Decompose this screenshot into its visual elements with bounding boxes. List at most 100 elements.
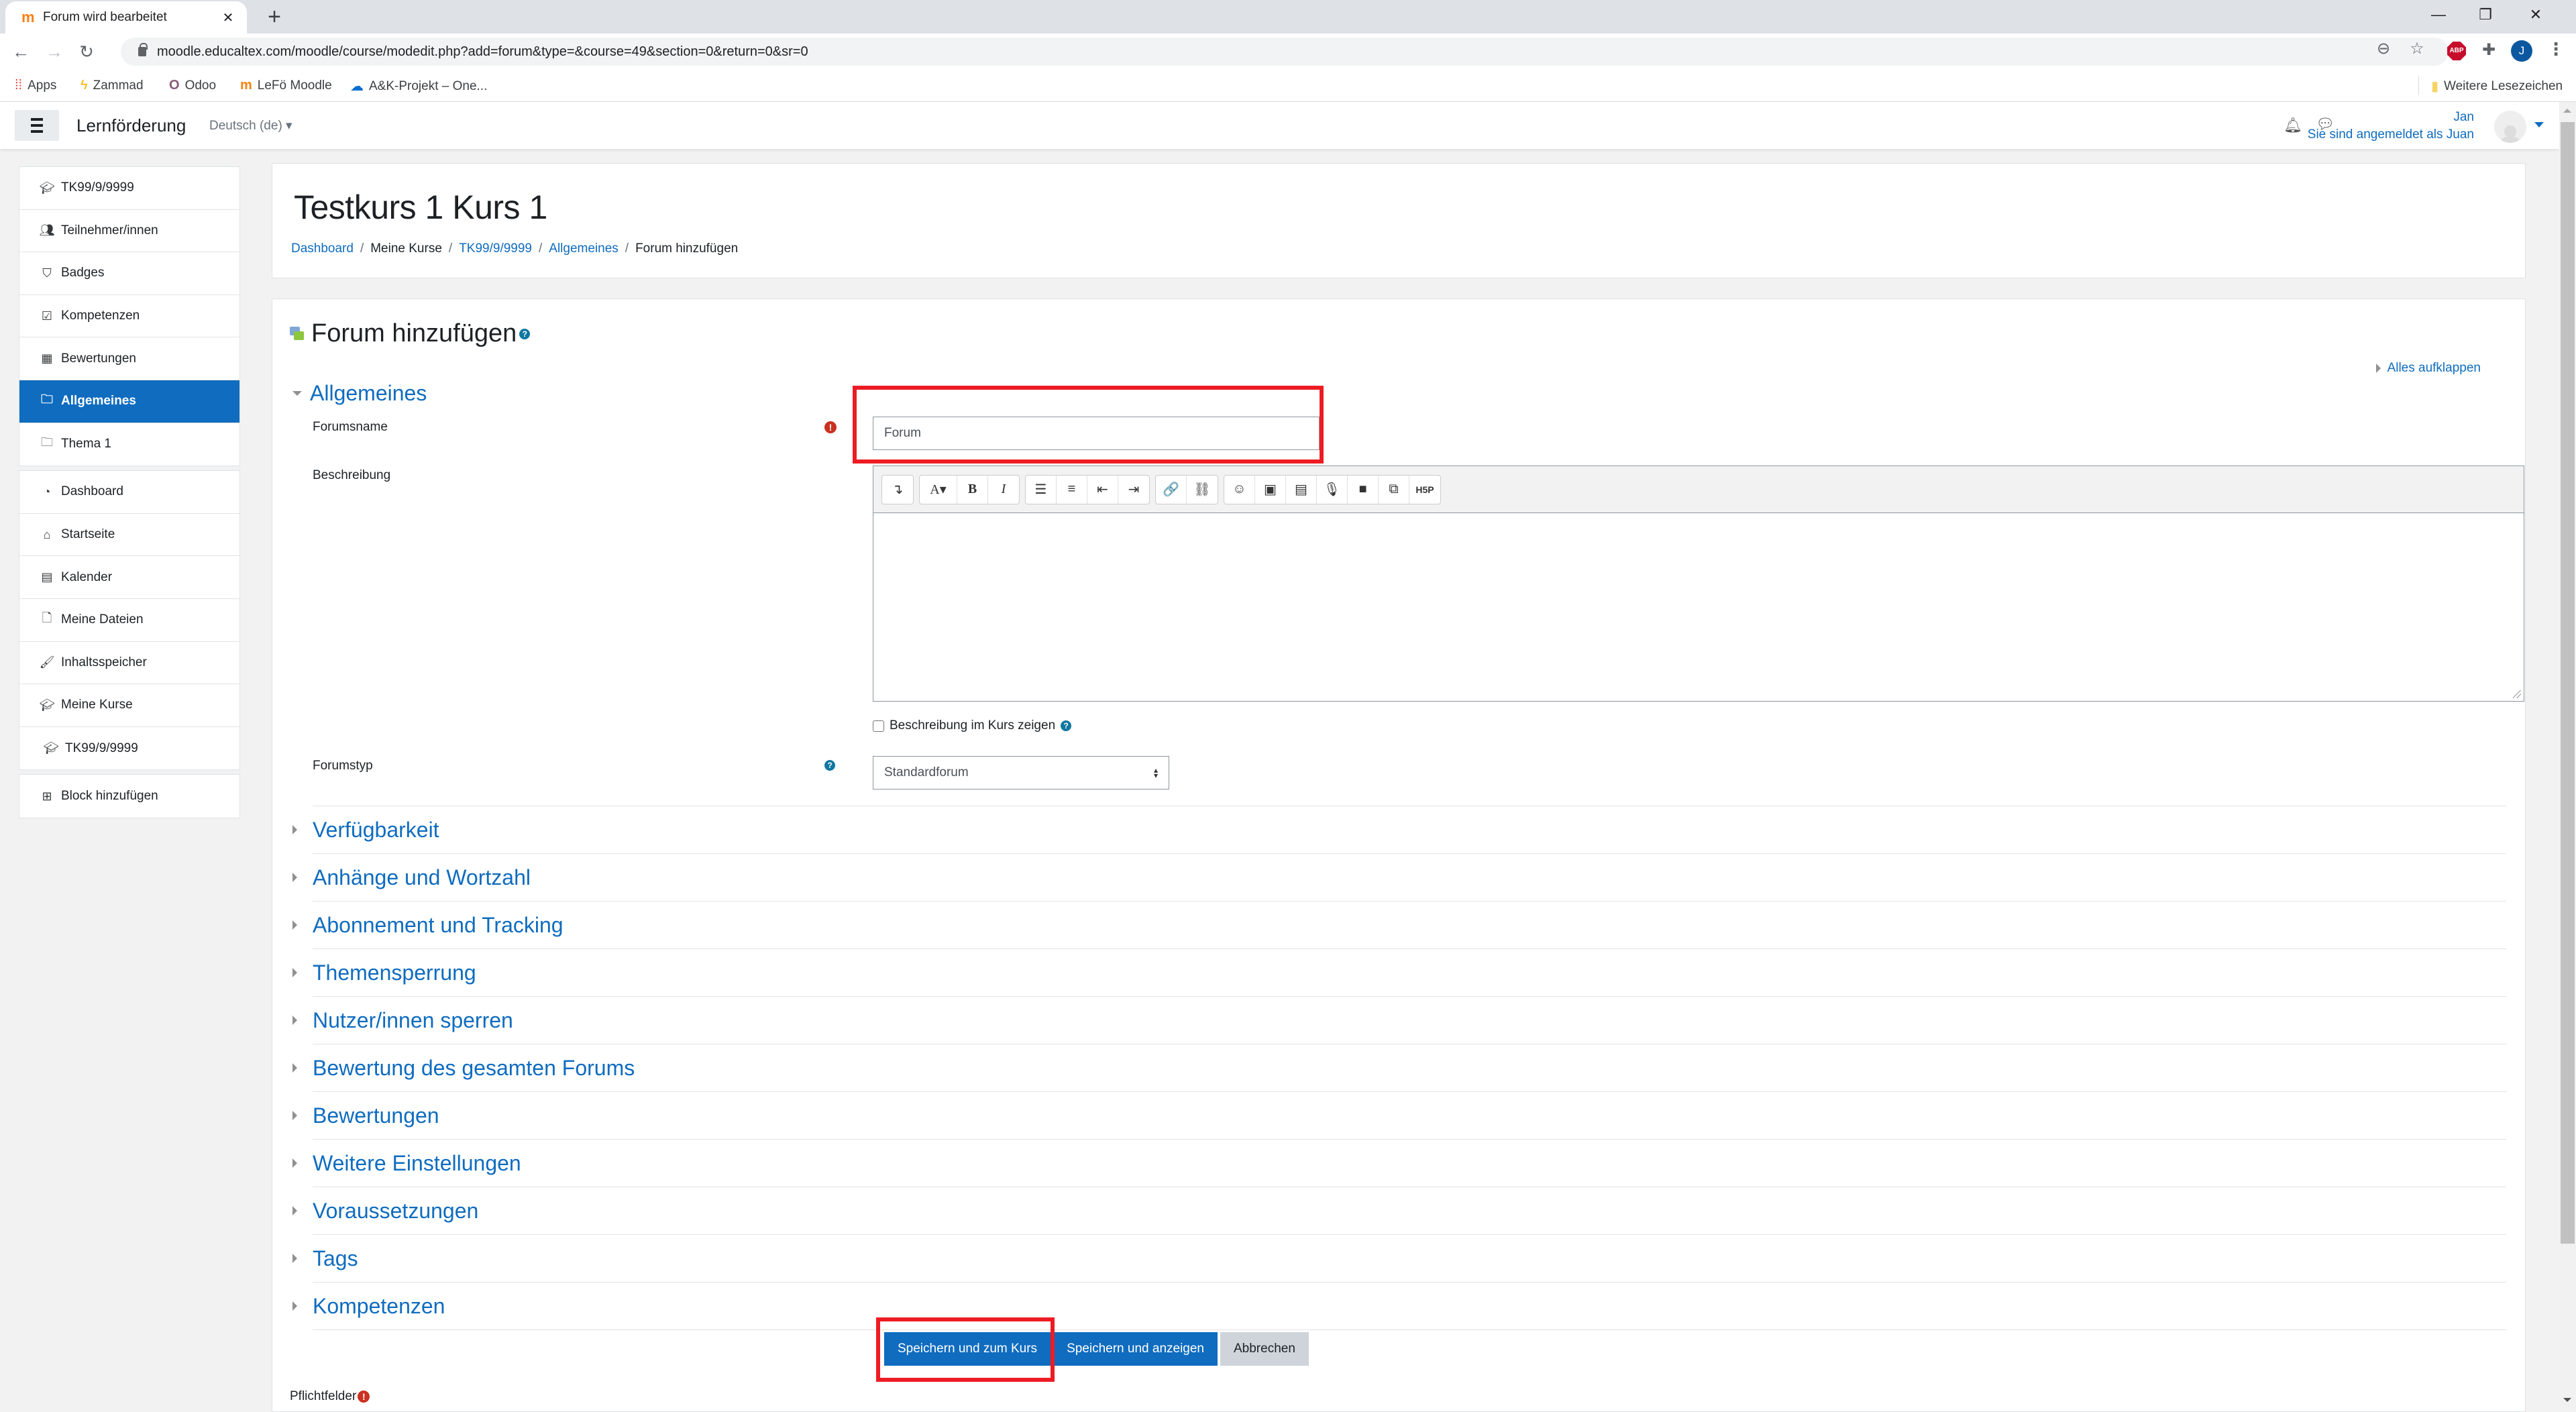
extensions-puzzle-icon[interactable]: ✚ (2482, 40, 2496, 60)
h5p-icon[interactable]: H5P (1409, 476, 1440, 504)
sidebar-item-competencies[interactable]: ☑ Kompetenzen (19, 295, 239, 338)
unlink-icon[interactable]: ⛓ (1187, 476, 1218, 504)
tab-close-icon[interactable]: ✕ (220, 9, 236, 26)
scroll-down-arrow-icon[interactable] (2563, 1398, 2571, 1402)
section-toggle[interactable]: Abonnement und Tracking (292, 901, 2506, 948)
forum-type-select[interactable]: Standardforum ▴ ▾ (873, 756, 1169, 790)
emoji-icon[interactable]: ☺ (1224, 475, 1255, 504)
help-icon[interactable]: ? (824, 760, 835, 771)
window-close-button[interactable]: ✕ (2512, 0, 2559, 30)
sidebar-item-topic-1[interactable]: 🗀 Thema 1 (19, 423, 239, 466)
notifications-bell-icon[interactable]: 🔔︎ (2284, 117, 2302, 134)
bookmark-odoo[interactable]: O Odoo (169, 78, 216, 93)
description-textarea[interactable] (873, 513, 2524, 701)
browser-tab[interactable]: m Forum wird bearbeitet ✕ (5, 1, 247, 34)
section-toggle[interactable]: Anhänge und Wortzahl (292, 853, 2506, 901)
user-name[interactable]: Jan (2453, 110, 2474, 125)
section-toggle[interactable]: Nutzer/innen sperren (292, 996, 2506, 1044)
link-icon[interactable]: 🔗 (1156, 475, 1187, 504)
help-icon[interactable]: ? (519, 328, 531, 339)
site-name[interactable]: Lernförderung (76, 115, 186, 136)
expand-all-link[interactable]: Alles aufklappen (2375, 361, 2481, 376)
scroll-up-arrow-icon[interactable] (2563, 109, 2571, 113)
language-menu[interactable]: Deutsch (de) ▾ (209, 118, 292, 133)
adblock-extension-icon[interactable]: ABP (2447, 42, 2466, 60)
resize-handle[interactable] (2513, 690, 2521, 698)
unordered-list-icon[interactable]: ☰ (1026, 475, 1057, 504)
bookmark-star-icon[interactable]: ☆ (2407, 39, 2427, 58)
add-block-button[interactable]: ⊞ Block hinzufügen (19, 775, 239, 818)
logged-in-as-link[interactable]: Sie sind angemeldet als Juan (2308, 127, 2474, 142)
zoom-out-icon[interactable]: ⊖ (2373, 39, 2394, 58)
breadcrumb-separator: / (448, 241, 453, 256)
manage-files-icon[interactable]: ⧉ (1379, 475, 1409, 504)
section-toggle[interactable]: Themensperrung (292, 948, 2506, 996)
section-toggle[interactable]: Weitere Einstellungen (292, 1139, 2506, 1187)
bookmark-label: LeFö Moodle (257, 78, 332, 93)
section-toggle[interactable]: Verfügbarkeit (292, 806, 2506, 853)
ordered-list-icon[interactable]: ≡ (1057, 475, 1087, 504)
breadcrumb-dashboard[interactable]: Dashboard (291, 241, 354, 256)
graduation-cap-icon: 🎓︎ (39, 698, 55, 712)
section-toggle[interactable]: Bewertung des gesamten Forums (292, 1044, 2506, 1091)
scrollbar-thumb[interactable] (2561, 122, 2575, 1244)
reload-button[interactable]: ↻ (75, 40, 98, 63)
breadcrumb-my-courses: Meine Kurse (370, 241, 442, 256)
sidebar-item-badges[interactable]: ⛉ Badges (19, 252, 239, 295)
restore-button[interactable]: ❐ (2462, 0, 2509, 30)
bold-icon[interactable]: B (957, 475, 988, 504)
section-title: Themensperrung (313, 960, 476, 985)
outdent-icon[interactable]: ⇤ (1087, 475, 1118, 504)
sidebar-item-calendar[interactable]: ▤ Kalender (19, 556, 239, 599)
sidebar-item-grades[interactable]: ▦ Bewertungen (19, 337, 239, 380)
sidebar-item-general[interactable]: 🗀 Allgemeines (19, 380, 239, 423)
toolbar-group: ☰ ≡ ⇤ ⇥ (1025, 474, 1150, 504)
show-description-checkbox[interactable] (873, 720, 884, 732)
minimize-button[interactable]: — (2415, 0, 2462, 30)
section-general-toggle[interactable]: Allgemeines (292, 381, 427, 406)
sidebar-item-course[interactable]: 🎓︎ TK99/9/9999 (19, 167, 239, 210)
browser-menu-icon[interactable]: ⋮ (2547, 39, 2565, 60)
new-tab-button[interactable]: + (263, 4, 286, 30)
breadcrumb-course[interactable]: TK99/9/9999 (459, 241, 532, 256)
italic-icon[interactable]: I (988, 476, 1019, 504)
sidebar-item-home[interactable]: ⌂ Startseite (19, 514, 239, 557)
forward-button[interactable]: → (43, 40, 66, 63)
user-avatar[interactable] (2494, 111, 2526, 143)
font-style-icon[interactable]: A▾ (920, 475, 957, 504)
sidebar-item-my-courses[interactable]: 🎓︎ Meine Kurse (19, 684, 239, 727)
indent-icon[interactable]: ⇥ (1118, 476, 1149, 504)
bookmark-zammad[interactable]: ϟ Zammad (80, 78, 144, 93)
drawer-toggle-button[interactable] (15, 110, 59, 141)
user-menu-caret-icon[interactable] (2534, 122, 2544, 127)
bookmark-apps[interactable]: ⁞⁞ Apps (15, 78, 56, 93)
help-icon[interactable]: ? (1061, 720, 1072, 731)
breadcrumb-section[interactable]: Allgemeines (549, 241, 619, 256)
video-icon[interactable]: ■ (1348, 475, 1379, 504)
sidebar-item-course-link[interactable]: 🎓︎ TK99/9/9999 (19, 727, 239, 770)
section-toggle[interactable]: Kompetenzen (292, 1282, 2506, 1329)
page-scrollbar[interactable] (2559, 102, 2576, 1409)
bookmark-lefoe-moodle[interactable]: m LeFö Moodle (240, 78, 332, 93)
microphone-icon[interactable]: 🎙 (1317, 475, 1348, 504)
image-icon[interactable]: ▣ (1255, 475, 1286, 504)
media-icon[interactable]: ▤ (1286, 475, 1317, 504)
section-toggle[interactable]: Voraussetzungen (292, 1187, 2506, 1234)
bookmark-onedrive[interactable]: ☁ A&K-Projekt – One... (350, 78, 487, 95)
back-button[interactable]: ← (9, 40, 32, 63)
other-bookmarks[interactable]: ▮ Weitere Lesezeichen (2431, 78, 2563, 95)
forum-name-input[interactable] (873, 417, 1320, 450)
save-and-display-button[interactable]: Speichern und anzeigen (1053, 1332, 1218, 1366)
users-icon: 👥︎ (39, 223, 55, 237)
section-toggle[interactable]: Tags (292, 1234, 2506, 1282)
sidebar-item-dashboard[interactable]: ◔ Dashboard (19, 471, 239, 514)
profile-avatar[interactable]: J (2511, 40, 2532, 62)
save-and-return-button[interactable]: Speichern und zum Kurs (884, 1332, 1051, 1366)
collapse-toolbar-icon[interactable]: ↴ (882, 476, 913, 504)
section-toggle[interactable]: Bewertungen (292, 1091, 2506, 1139)
cancel-button[interactable]: Abbrechen (1220, 1332, 1309, 1366)
sidebar-item-participants[interactable]: 👥︎ Teilnehmer/innen (19, 210, 239, 253)
sidebar-item-private-files[interactable]: 🗋 Meine Dateien (19, 599, 239, 642)
url-input[interactable]: moodle.educaltex.com/moodle/course/moded… (121, 38, 2449, 66)
sidebar-item-content-bank[interactable]: 🖌︎ Inhaltsspeicher (19, 642, 239, 685)
